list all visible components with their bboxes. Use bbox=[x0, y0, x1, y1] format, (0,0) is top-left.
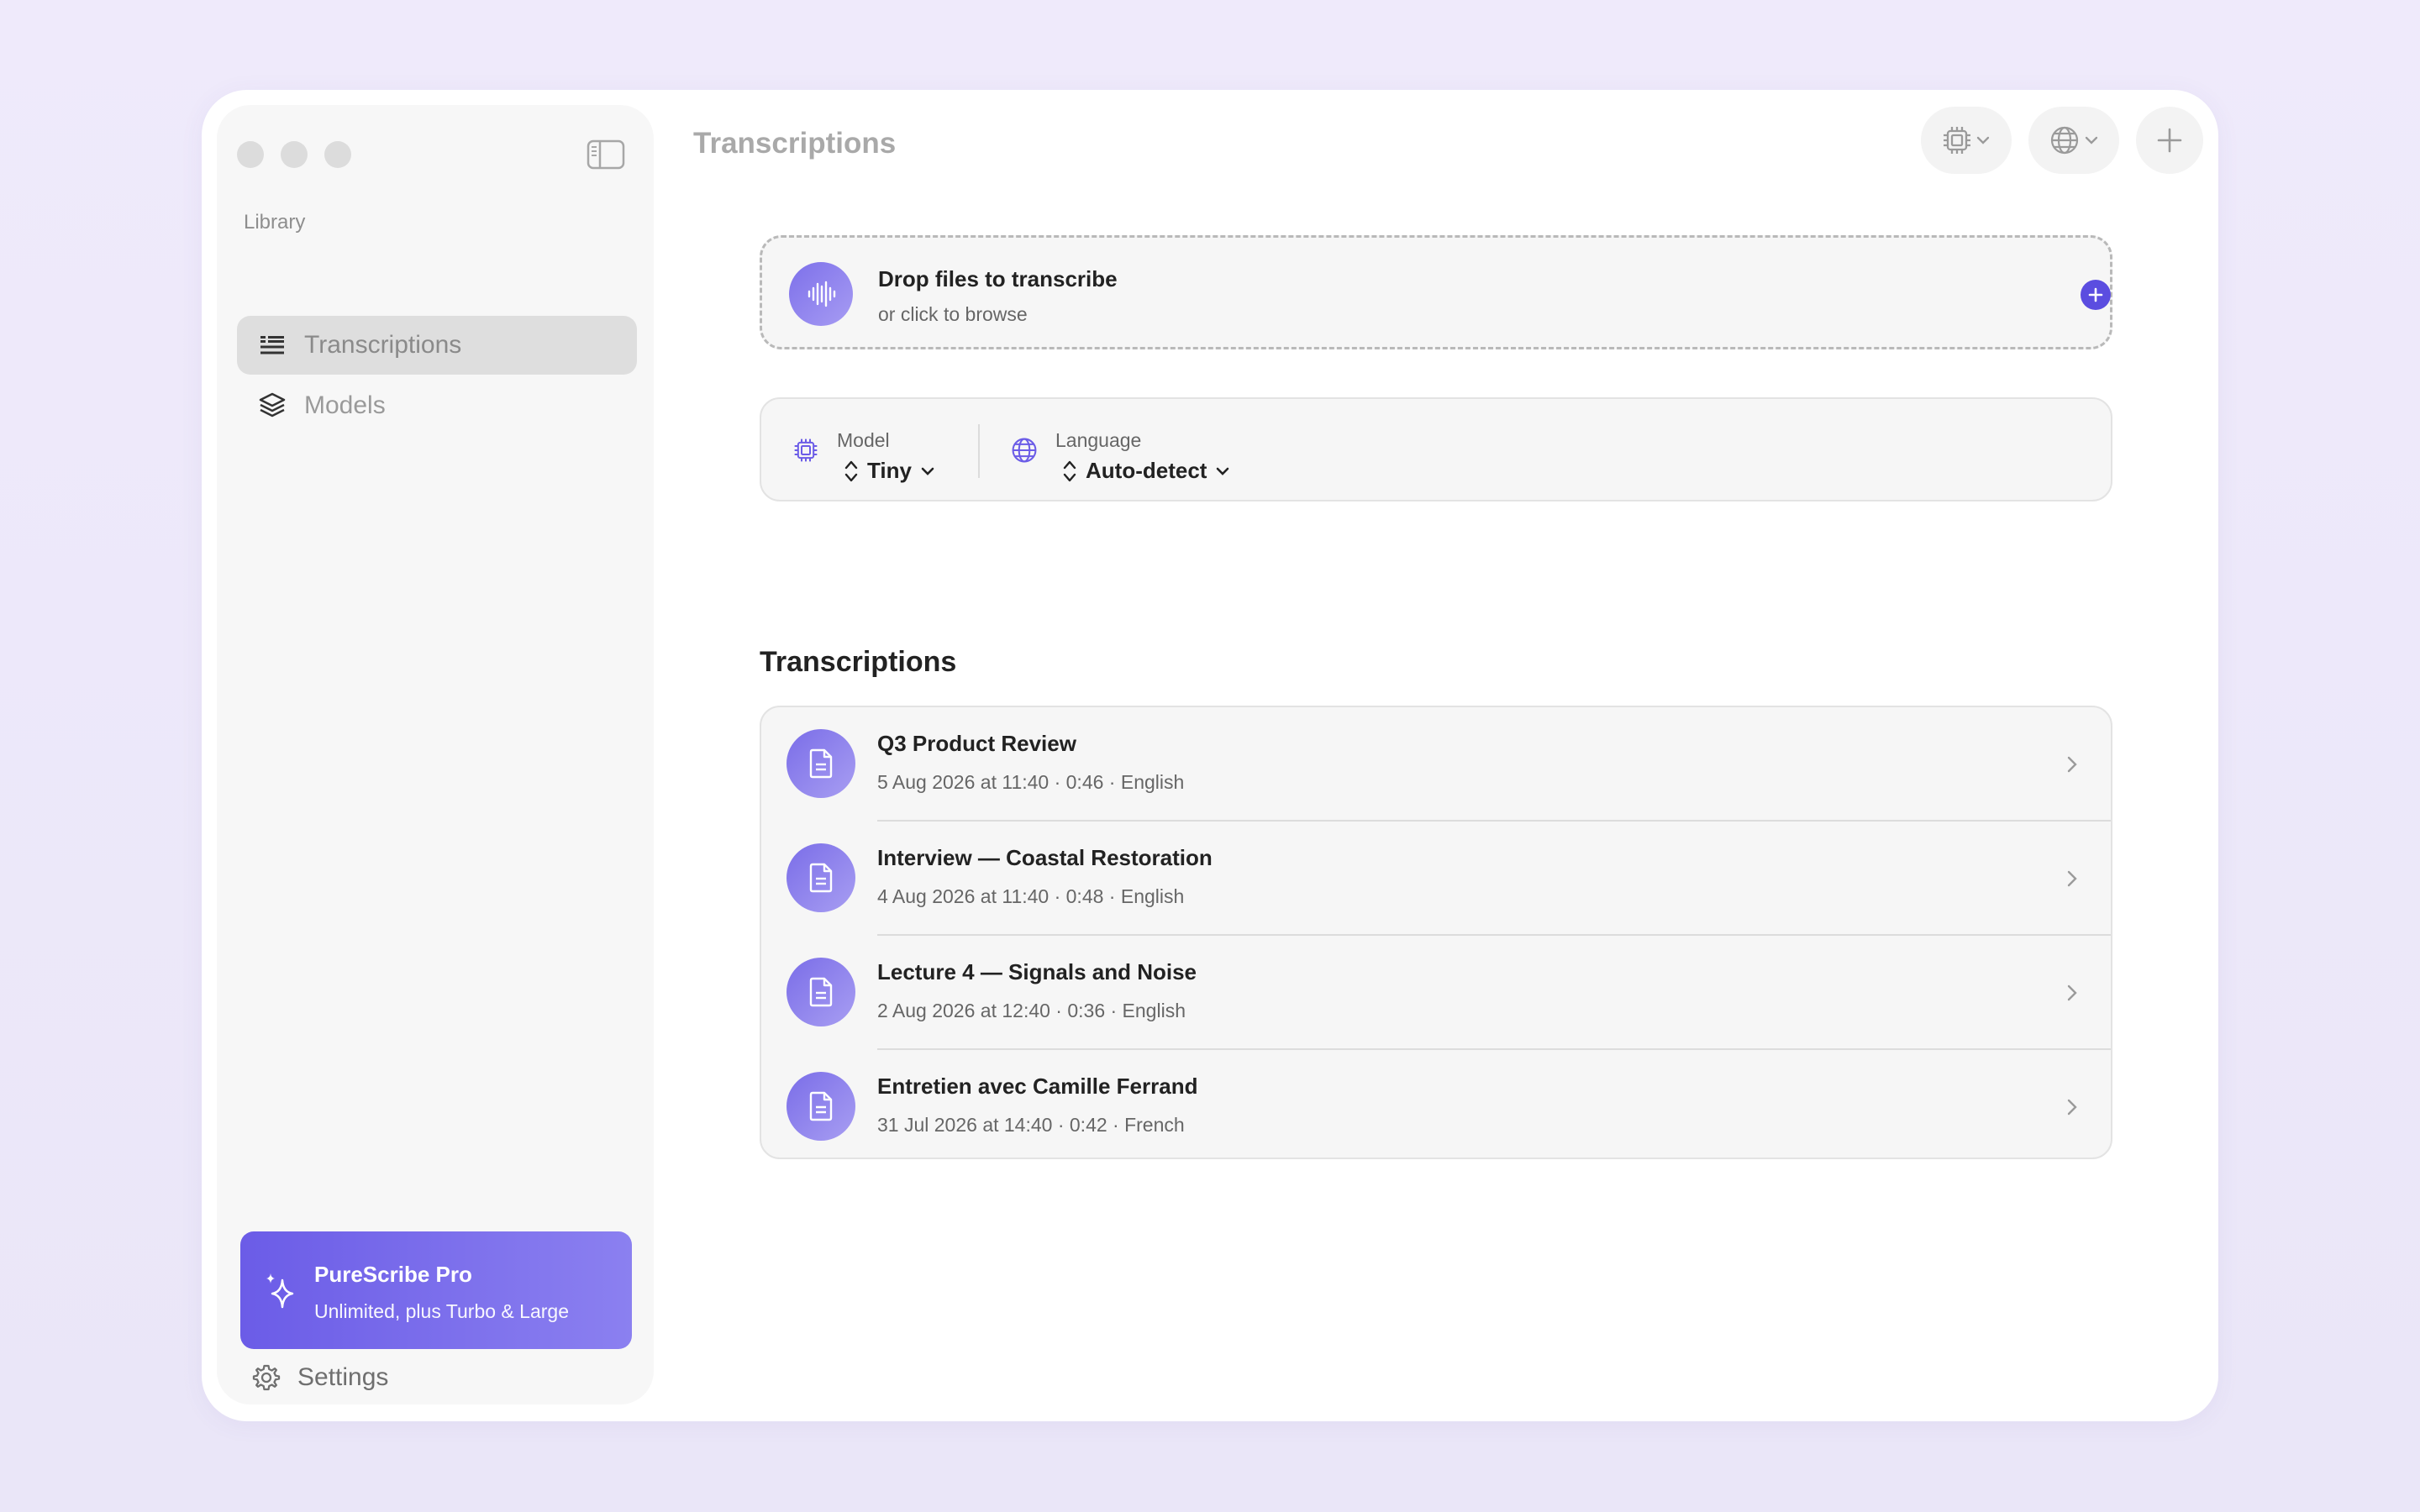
sidebar-item-label: Transcriptions bbox=[304, 331, 462, 359]
close-window-button[interactable] bbox=[237, 141, 264, 168]
chevron-right-icon bbox=[2067, 1099, 2077, 1116]
file-dropzone[interactable]: Drop files to transcribe or click to bro… bbox=[760, 235, 2112, 349]
transcript-list-icon bbox=[260, 336, 284, 354]
zoom-window-button[interactable] bbox=[324, 141, 351, 168]
options-divider bbox=[978, 424, 980, 478]
model-select[interactable]: Tiny bbox=[844, 458, 935, 484]
settings-button[interactable]: Settings bbox=[252, 1363, 388, 1392]
sidebar-item-transcriptions[interactable]: Transcriptions bbox=[237, 316, 637, 375]
add-file-button[interactable] bbox=[2081, 280, 2111, 310]
globe-icon bbox=[2050, 126, 2079, 155]
layers-icon bbox=[259, 392, 286, 417]
language-select[interactable]: Auto-detect bbox=[1062, 458, 1230, 484]
chip-icon bbox=[794, 438, 818, 462]
chevron-down-icon bbox=[2085, 136, 2098, 144]
plus-icon bbox=[2088, 287, 2103, 302]
waveform-icon bbox=[789, 262, 853, 326]
add-button[interactable] bbox=[2136, 107, 2203, 174]
up-down-chevron-icon bbox=[844, 460, 858, 481]
chevron-right-icon bbox=[2067, 756, 2077, 773]
model-value: Tiny bbox=[867, 458, 912, 483]
chip-icon bbox=[1944, 127, 1970, 154]
up-down-chevron-icon bbox=[1063, 460, 1076, 481]
sidebar: Library Transcriptions Models PureScribe… bbox=[217, 105, 654, 1404]
transcriptions-list: Q3 Product Review 5 Aug 2026 at 11:40 · … bbox=[760, 706, 2112, 1159]
sidebar-item-models[interactable]: Models bbox=[237, 376, 637, 435]
language-label: Language bbox=[1055, 429, 1142, 451]
gear-icon bbox=[252, 1364, 281, 1391]
language-value: Auto-detect bbox=[1086, 458, 1207, 483]
transcription-options: Model Tiny Language Auto-detect bbox=[760, 397, 2112, 501]
document-icon bbox=[786, 1072, 855, 1141]
chevron-down-icon bbox=[921, 467, 934, 475]
pro-upgrade-banner[interactable]: PureScribe Pro Unlimited, plus Turbo & L… bbox=[240, 1231, 632, 1349]
document-icon bbox=[786, 843, 855, 912]
dropzone-title: Drop files to transcribe bbox=[878, 266, 1118, 291]
list-item[interactable]: Entretien avec Camille Ferrand 31 Jul 20… bbox=[761, 1050, 2111, 1158]
transcription-title: Q3 Product Review bbox=[877, 731, 1076, 756]
document-icon bbox=[786, 958, 855, 1026]
chevron-down-icon bbox=[1217, 467, 1229, 475]
model-picker-button[interactable] bbox=[1921, 107, 2012, 174]
transcriptions-heading: Transcriptions bbox=[760, 646, 957, 678]
library-section-label: Library bbox=[244, 211, 306, 234]
app-window: Library Transcriptions Models PureScribe… bbox=[202, 90, 2218, 1421]
sidebar-item-label: Models bbox=[304, 391, 386, 419]
minimize-window-button[interactable] bbox=[281, 141, 308, 168]
promo-subtitle: Unlimited, plus Turbo & Large bbox=[314, 1300, 569, 1322]
globe-icon bbox=[1012, 438, 1037, 463]
list-item[interactable]: Interview — Coastal Restoration 4 Aug 20… bbox=[761, 822, 2111, 936]
dropzone-subtitle: or click to browse bbox=[878, 303, 1028, 325]
document-icon bbox=[786, 729, 855, 798]
chevron-down-icon bbox=[1976, 136, 1990, 144]
transcription-meta: 4 Aug 2026 at 11:40 · 0:48 · English bbox=[877, 885, 1185, 907]
transcription-title: Interview — Coastal Restoration bbox=[877, 845, 1213, 870]
transcription-title: Lecture 4 — Signals and Noise bbox=[877, 959, 1197, 984]
chevron-right-icon bbox=[2067, 984, 2077, 1001]
language-picker-button[interactable] bbox=[2028, 107, 2119, 174]
settings-label: Settings bbox=[297, 1363, 389, 1391]
transcription-title: Entretien avec Camille Ferrand bbox=[877, 1074, 1198, 1099]
list-item[interactable]: Lecture 4 — Signals and Noise 2 Aug 2026… bbox=[761, 936, 2111, 1050]
transcription-meta: 2 Aug 2026 at 12:40 · 0:36 · English bbox=[877, 1000, 1186, 1021]
sparkle-icon bbox=[266, 1273, 294, 1309]
sidebar-toggle-icon[interactable] bbox=[587, 139, 625, 171]
chevron-right-icon bbox=[2067, 870, 2077, 887]
plus-icon bbox=[2157, 128, 2182, 153]
list-item[interactable]: Q3 Product Review 5 Aug 2026 at 11:40 · … bbox=[761, 707, 2111, 822]
promo-title: PureScribe Pro bbox=[314, 1262, 472, 1287]
transcription-meta: 31 Jul 2026 at 14:40 · 0:42 · French bbox=[877, 1114, 1185, 1136]
transcription-meta: 5 Aug 2026 at 11:40 · 0:46 · English bbox=[877, 771, 1185, 793]
page-title: Transcriptions bbox=[693, 127, 897, 160]
model-label: Model bbox=[837, 429, 890, 451]
